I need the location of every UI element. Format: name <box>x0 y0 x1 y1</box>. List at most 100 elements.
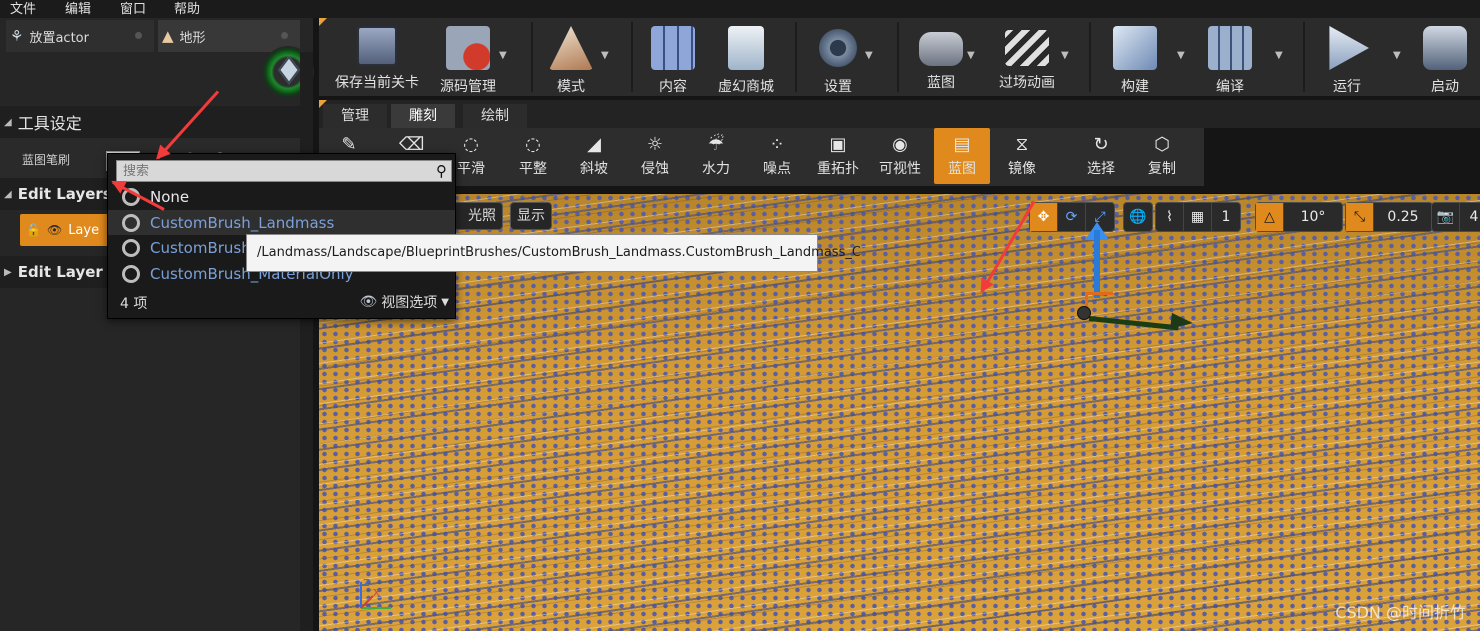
list-item-landmass[interactable]: CustomBrush_Landmass <box>108 210 455 235</box>
menu-help[interactable]: 帮助 <box>174 0 200 17</box>
globe-icon[interactable]: 🌐 <box>1124 203 1152 231</box>
chevron-down-icon[interactable]: ▼ <box>499 50 507 61</box>
visibility-icon[interactable]: 👁 <box>47 223 62 237</box>
content-label: 内容 <box>659 79 687 95</box>
marketplace-button[interactable]: 虚幻商城 <box>713 18 779 96</box>
chevron-down-icon[interactable]: ▼ <box>1275 50 1283 61</box>
tool-blueprint-label: 蓝图 <box>948 161 976 177</box>
eye-icon: 👁 <box>359 294 378 310</box>
source-control-button[interactable]: 源码管理 <box>429 18 507 96</box>
axis-indicator-icon: Z X <box>360 578 391 609</box>
tool-hydro[interactable]: ☔ 水力 <box>688 128 744 184</box>
translate-icon[interactable]: ✥ <box>1030 203 1058 231</box>
smooth-icon: ◌ <box>463 134 479 155</box>
panel-splitter[interactable] <box>300 52 313 631</box>
menu-edit[interactable]: 编辑 <box>65 0 91 17</box>
tab-manage[interactable]: 管理 <box>323 104 387 128</box>
rotation-snap-value[interactable]: 10° <box>1284 203 1342 231</box>
tool-settings-header[interactable]: ◢ 工具设定 <box>0 106 300 138</box>
tool-mirror[interactable]: ⧖ 镜像 <box>994 128 1050 184</box>
camera-speed-value[interactable]: 4 <box>1460 203 1480 231</box>
chevron-down-icon[interactable]: ▼ <box>1177 50 1185 61</box>
save-icon <box>357 26 397 66</box>
place-actor-icon: ⚘ <box>10 27 24 45</box>
rotation-snap-icon[interactable]: △ <box>1256 203 1284 231</box>
blueprint-icon <box>919 32 963 66</box>
tool-ramp[interactable]: ◢ 斜坡 <box>566 128 622 184</box>
launch-icon <box>1423 26 1467 70</box>
build-label: 构建 <box>1121 79 1149 95</box>
tool-select[interactable]: ↻ 选择 <box>1073 128 1129 184</box>
launch-button[interactable]: 启动 <box>1417 18 1473 96</box>
search-input[interactable] <box>117 161 417 181</box>
collapse-icon: ▶ <box>4 266 12 278</box>
gizmo-x-arrow[interactable] <box>1170 312 1194 332</box>
tab-place-actor-label: 放置actor <box>29 30 89 46</box>
gizmo-pivot[interactable] <box>1077 306 1091 320</box>
compile-button[interactable]: 编译 <box>1203 18 1257 96</box>
chevron-down-icon[interactable]: ▼ <box>1061 50 1069 61</box>
tool-noise[interactable]: ⁘ 噪点 <box>749 128 805 184</box>
chevron-down-icon[interactable]: ▼ <box>865 50 873 61</box>
tab-close-icon[interactable] <box>281 32 288 39</box>
select-icon: ↻ <box>1093 134 1109 155</box>
tool-select-label: 选择 <box>1087 161 1115 177</box>
content-button[interactable]: 内容 <box>645 18 701 96</box>
grid-snap-value[interactable]: 1 <box>1212 203 1240 231</box>
tab-close-icon[interactable] <box>135 32 142 39</box>
tool-smooth-label: 平滑 <box>457 161 485 177</box>
play-button[interactable]: 运行 <box>1321 18 1373 96</box>
blueprints-button[interactable]: 蓝图 <box>913 18 969 96</box>
modes-button[interactable]: 模式 <box>541 18 601 96</box>
search-icon[interactable]: ⚲ <box>436 162 447 180</box>
world-local-toggle[interactable]: 🌐 <box>1123 202 1153 232</box>
tool-visibility[interactable]: ◉ 可视性 <box>872 128 928 184</box>
tool-ramp-label: 斜坡 <box>580 161 608 177</box>
chevron-down-icon[interactable]: ▼ <box>967 50 975 61</box>
menu-file[interactable]: 文件 <box>10 0 36 17</box>
tool-blueprint[interactable]: ▤ 蓝图 <box>934 128 990 184</box>
menu-window[interactable]: 窗口 <box>120 0 146 17</box>
grid-icon[interactable]: ▦ <box>1184 203 1212 231</box>
lock-icon[interactable]: 🔓 <box>26 223 41 237</box>
hydro-icon: ☔ <box>707 134 725 155</box>
gizmo-z-axis[interactable] <box>1094 230 1100 298</box>
chevron-down-icon[interactable]: ▼ <box>1393 50 1401 61</box>
tool-retopologize-label: 重拓扑 <box>817 161 859 177</box>
chevron-down-icon[interactable]: ▼ <box>601 50 609 61</box>
svg-text:Z: Z <box>363 578 370 589</box>
view-options-button[interactable]: 👁 视图选项 ▼ <box>360 292 449 312</box>
tab-place-actor[interactable]: ⚘ 放置actor <box>6 20 154 52</box>
search-box[interactable]: ⚲ <box>116 160 452 182</box>
subtab-corner-marker <box>319 100 327 108</box>
lit-button[interactable]: 光照 <box>451 202 503 230</box>
tool-flatten[interactable]: ◌ 平整 <box>505 128 561 184</box>
rotate-icon[interactable]: ⟳ <box>1058 203 1086 231</box>
show-button[interactable]: 显示 <box>510 202 552 230</box>
cinematics-button[interactable]: 过场动画 <box>991 18 1063 96</box>
blueprint-brush-label: 蓝图笔刷 <box>22 153 71 167</box>
tab-paint[interactable]: 绘制 <box>463 104 527 128</box>
surface-snap-icon[interactable]: ⌇ <box>1156 203 1184 231</box>
layer-item[interactable]: 🔓 👁 Laye <box>20 214 110 246</box>
modes-panel: ⚘ 放置actor ▲ 地形 ◢ 工具设定 蓝图笔刷 N ▼ 🡄 ⚲ ✚ ✖ ◢… <box>0 18 314 631</box>
gizmo-x-axis[interactable] <box>1088 316 1179 331</box>
copy-icon: ⬡ <box>1154 134 1170 155</box>
tool-copy[interactable]: ⬡ 复制 <box>1134 128 1190 184</box>
scale-snap-icon[interactable]: ⤡ <box>1346 203 1374 231</box>
toolbar-separator <box>631 22 633 92</box>
settings-label: 设置 <box>824 79 852 95</box>
scale-snap-group: ⤡ 0.25 <box>1345 202 1433 232</box>
save-level-label: 保存当前关卡 <box>335 75 419 91</box>
toolbar-separator <box>531 22 533 92</box>
retopologize-icon: ▣ <box>829 134 847 155</box>
settings-button[interactable]: 设置 <box>813 18 863 96</box>
main-toolbar: 保存当前关卡 源码管理 ▼ 模式 ▼ 内容 虚幻商城 设置 ▼ 蓝图 ▼ 过场动… <box>319 18 1480 96</box>
tool-erosion[interactable]: ☼ 侵蚀 <box>627 128 683 184</box>
build-button[interactable]: 构建 <box>1109 18 1161 96</box>
tool-retopologize[interactable]: ▣ 重拓扑 <box>810 128 866 184</box>
save-level-button[interactable]: 保存当前关卡 <box>325 18 429 96</box>
scale-snap-value[interactable]: 0.25 <box>1374 203 1432 231</box>
camera-icon[interactable]: 📷 <box>1432 203 1460 231</box>
tab-sculpt[interactable]: 雕刻 <box>391 104 455 128</box>
